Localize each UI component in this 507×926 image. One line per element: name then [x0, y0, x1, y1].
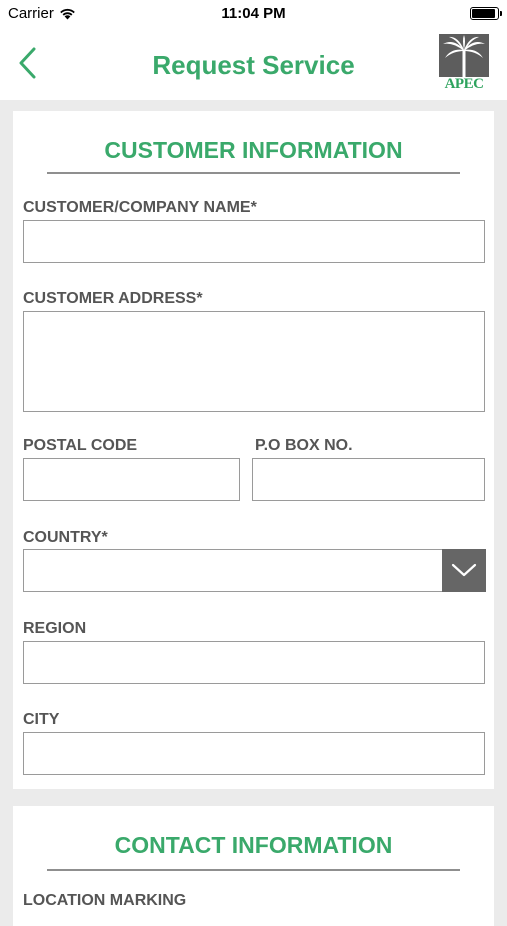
customer-address-textarea[interactable]	[23, 311, 485, 412]
region-label: REGION	[23, 620, 87, 637]
status-time: 11:04 PM	[221, 5, 286, 22]
navigation-bar: Request Service APEC	[0, 28, 507, 100]
customer-information-title: CUSTOMER INFORMATION	[104, 137, 403, 163]
postal-code-input[interactable]	[23, 458, 240, 501]
battery-icon	[470, 7, 502, 20]
company-name-label: CUSTOMER/COMPANY NAME*	[23, 199, 257, 216]
postal-code-label: POSTAL CODE	[23, 437, 138, 454]
contact-information-card: CONTACT INFORMATION LOCATION MARKING	[13, 806, 494, 926]
section-divider	[47, 869, 460, 871]
contact-information-title: CONTACT INFORMATION	[114, 832, 393, 858]
city-label: CITY	[23, 711, 60, 728]
palm-tree-icon	[439, 34, 489, 77]
country-label: COUNTRY*	[23, 529, 108, 546]
apec-logo: APEC	[439, 34, 489, 92]
city-input[interactable]	[23, 732, 485, 775]
customer-address-label: CUSTOMER ADDRESS*	[23, 290, 203, 307]
customer-information-card: CUSTOMER INFORMATION CUSTOMER/COMPANY NA…	[13, 111, 494, 789]
country-select[interactable]	[23, 548, 486, 592]
po-box-input[interactable]	[252, 458, 485, 501]
country-dropdown-button[interactable]	[441, 548, 486, 592]
logo-text: APEC	[444, 76, 484, 92]
company-name-input[interactable]	[23, 220, 485, 263]
chevron-down-icon	[451, 563, 476, 577]
section-divider	[47, 172, 460, 174]
location-marking-label: LOCATION MARKING	[23, 892, 187, 909]
page-title: Request Service	[152, 50, 355, 80]
status-bar: Carrier 11:04 PM	[0, 0, 507, 28]
po-box-label: P.O BOX NO.	[255, 437, 353, 454]
region-input[interactable]	[23, 641, 485, 684]
